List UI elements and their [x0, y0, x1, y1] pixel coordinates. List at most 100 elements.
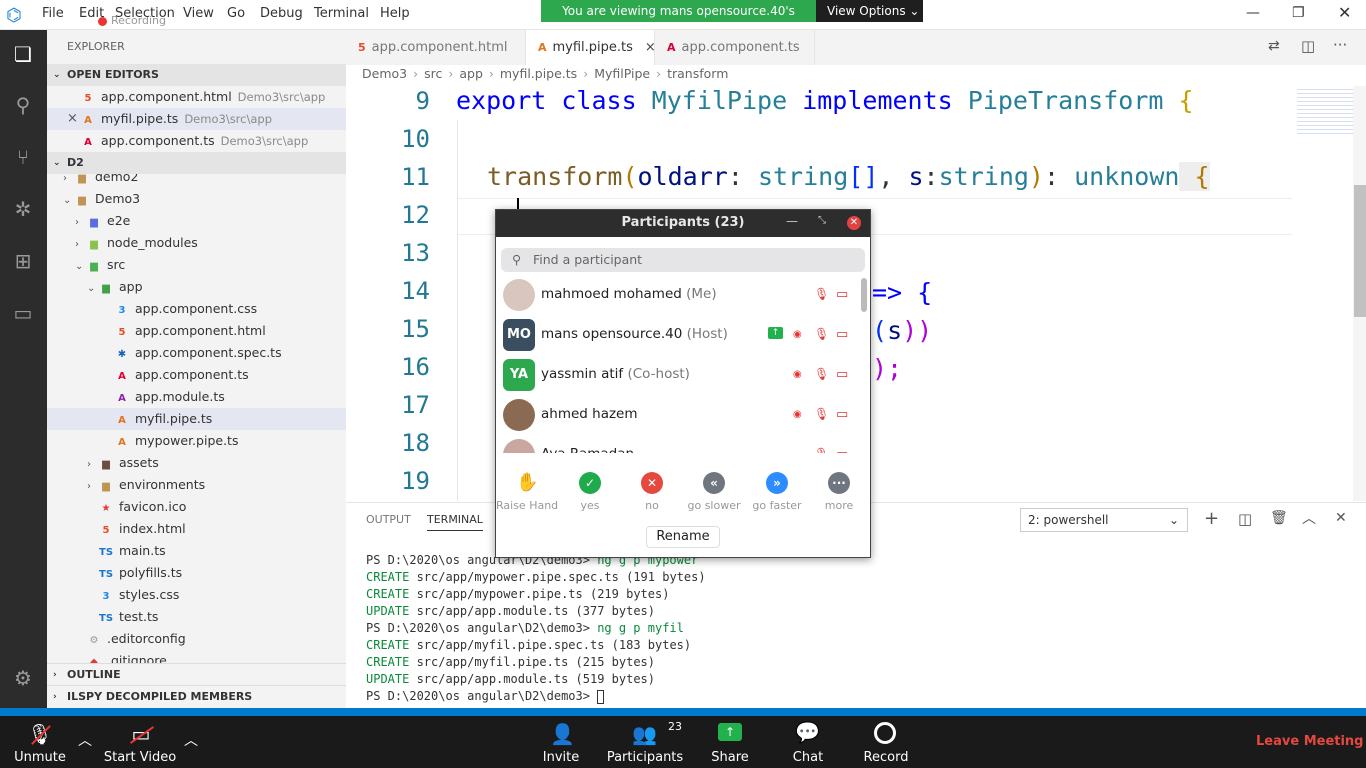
- menu-help[interactable]: Help: [380, 6, 410, 21]
- close-icon[interactable]: ✕: [847, 216, 861, 230]
- menu-terminal[interactable]: Terminal: [314, 6, 369, 21]
- tree-item[interactable]: › ▆ e2e: [47, 210, 346, 232]
- tree-item[interactable]: ⌄ ▆ app: [47, 276, 346, 298]
- tree-item[interactable]: ◆ .gitignore: [47, 650, 346, 663]
- menu-view[interactable]: View: [183, 6, 214, 21]
- action-more[interactable]: ··· more: [808, 472, 870, 512]
- participant-row[interactable]: MO mans opensource.40 (Host) ▭ 🎙 ↑ ◉: [496, 315, 861, 355]
- participants-scroll-thumb[interactable]: [861, 278, 867, 312]
- minimize-icon[interactable]: —: [786, 214, 798, 228]
- action-go-slower[interactable]: « go slower: [683, 472, 745, 512]
- participant-row[interactable]: mahmoed mohamed (Me) ▭ 🎙: [496, 275, 861, 315]
- tree-item[interactable]: Amypower.pipe.ts: [47, 430, 346, 452]
- breadcrumb-item[interactable]: src: [424, 66, 442, 81]
- menu-file[interactable]: File: [42, 6, 64, 21]
- tab-myfil-pipe-ts[interactable]: Amyfil.pipe.ts ×: [526, 30, 656, 65]
- tree-item[interactable]: › ▆ environments: [47, 474, 346, 496]
- split-terminal-icon[interactable]: ◫: [1238, 510, 1252, 528]
- settings-gear-icon[interactable]: ⚙: [9, 664, 37, 692]
- participant-search-input[interactable]: ⚲ Find a participant: [501, 248, 865, 272]
- shell-select[interactable]: 2: powershell ⌄: [1020, 508, 1188, 532]
- ilspy-header[interactable]: › ILSPY DECOMPILED MEMBERS: [47, 685, 346, 707]
- tree-item[interactable]: ⌄ ▆ src: [47, 254, 346, 276]
- tree-item[interactable]: 5 index.html: [47, 518, 346, 540]
- invite-button[interactable]: Invite: [535, 750, 587, 765]
- action-go-faster[interactable]: » go faster: [746, 472, 808, 512]
- tree-item[interactable]: Amyfil.pipe.ts: [47, 408, 346, 430]
- open-editor-item[interactable]: Aapp.component.ts Demo3\src\app: [47, 130, 346, 152]
- record-icon[interactable]: [874, 722, 896, 744]
- participant-list[interactable]: mahmoed mohamed (Me) ▭ 🎙 MO mans opensource.…: [496, 275, 861, 453]
- share-button[interactable]: Share: [705, 750, 755, 765]
- add-terminal-icon[interactable]: +: [1204, 508, 1219, 529]
- action-raise-hand[interactable]: ✋ Raise Hand: [496, 472, 558, 512]
- unmute-button[interactable]: Unmute: [10, 750, 70, 765]
- breadcrumb-item[interactable]: transform: [667, 66, 728, 81]
- split-editor-icon[interactable]: ◫: [1301, 37, 1315, 55]
- share-icon[interactable]: ↑: [718, 723, 742, 741]
- participant-row[interactable]: Aya Ramadan ▭ 🎙: [496, 435, 861, 453]
- tree-item[interactable]: › ▆ node_modules: [47, 232, 346, 254]
- close-icon[interactable]: ×: [67, 108, 78, 130]
- tree-item[interactable]: ⌄ ▆ Demo3: [47, 188, 346, 210]
- popout-icon[interactable]: ⤡: [818, 215, 826, 226]
- video-off-icon[interactable]: ▭: [126, 722, 156, 746]
- tree-item[interactable]: ✱ app.component.spec.ts: [47, 342, 346, 364]
- source-control-icon[interactable]: ⑂: [9, 143, 37, 171]
- audio-options-chevron-icon[interactable]: ︿: [78, 730, 92, 750]
- invite-icon[interactable]: 👤: [550, 722, 575, 746]
- maximize-panel-icon[interactable]: ︿: [1302, 508, 1316, 528]
- close-panel-icon[interactable]: ✕: [1335, 510, 1347, 526]
- record-button[interactable]: Record: [858, 750, 914, 765]
- participant-row[interactable]: ahmed hazem ▭ 🎙 ◉: [496, 395, 861, 435]
- participants-button[interactable]: Participants: [605, 750, 685, 765]
- breadcrumb-item[interactable]: app: [459, 66, 483, 81]
- breadcrumb-item[interactable]: myfil.pipe.ts: [500, 66, 577, 81]
- participant-row[interactable]: YA yassmin atif (Co-host) ▭ 🎙 ◉: [496, 355, 861, 395]
- start-video-button[interactable]: Start Video: [100, 750, 180, 765]
- explorer-icon[interactable]: ❏: [9, 40, 37, 68]
- chat-icon[interactable]: 💬: [795, 720, 820, 744]
- breadcrumb-item[interactable]: Demo3: [362, 66, 407, 81]
- tree-item[interactable]: 5 app.component.html: [47, 320, 346, 342]
- outline-header[interactable]: › OUTLINE: [47, 663, 346, 685]
- minimap[interactable]: [1297, 86, 1353, 136]
- action-yes[interactable]: ✓ yes: [559, 472, 621, 512]
- compare-icon[interactable]: ⇄: [1268, 38, 1280, 54]
- tree-item[interactable]: 3 app.component.css: [47, 298, 346, 320]
- action-no[interactable]: ✕ no: [621, 472, 683, 512]
- menu-edit[interactable]: Edit: [79, 6, 104, 21]
- tab-app-component-html[interactable]: 5 app.component.html: [346, 30, 526, 65]
- tree-item[interactable]: TS polyfills.ts: [47, 562, 346, 584]
- trash-icon[interactable]: 🗑: [1270, 510, 1288, 526]
- tree-item[interactable]: › ▆ assets: [47, 452, 346, 474]
- participants-icon[interactable]: 👥: [632, 722, 657, 746]
- open-editors-header[interactable]: ⌄ OPEN EDITORS: [47, 64, 346, 86]
- tab-output[interactable]: OUTPUT: [366, 513, 411, 526]
- video-options-chevron-icon[interactable]: ︿: [184, 730, 198, 750]
- minimize-icon[interactable]: —: [1246, 5, 1260, 21]
- menu-debug[interactable]: Debug: [260, 6, 303, 21]
- tree-item[interactable]: 3 styles.css: [47, 584, 346, 606]
- open-editor-item[interactable]: 5 app.component.html Demo3\src\app: [47, 86, 346, 108]
- tab-app-component-ts[interactable]: Aapp.component.ts: [655, 30, 815, 65]
- chat-button[interactable]: Chat: [785, 750, 831, 765]
- tree-item[interactable]: ★ favicon.ico: [47, 496, 346, 518]
- rename-button[interactable]: Rename: [646, 526, 720, 548]
- tree-item[interactable]: TS test.ts: [47, 606, 346, 628]
- open-editor-item[interactable]: × Amyfil.pipe.ts Demo3\src\app: [47, 108, 346, 130]
- tree-item[interactable]: Aapp.component.ts: [47, 364, 346, 386]
- maximize-icon[interactable]: ❐: [1292, 5, 1305, 21]
- menu-go[interactable]: Go: [227, 6, 245, 21]
- tab-terminal[interactable]: TERMINAL: [427, 513, 483, 531]
- menu-selection[interactable]: Selection: [115, 6, 175, 21]
- tree-item[interactable]: Aapp.module.ts: [47, 386, 346, 408]
- editor-scroll-thumb[interactable]: [1354, 185, 1366, 317]
- tree-item[interactable]: TS main.ts: [47, 540, 346, 562]
- view-options-button[interactable]: View Options ⌄: [816, 0, 923, 22]
- breadcrumb-item[interactable]: MyfilPipe: [594, 66, 650, 81]
- tree-item[interactable]: ⚙ .editorconfig: [47, 628, 346, 650]
- more-actions-icon[interactable]: ···: [1333, 36, 1347, 54]
- close-window-icon[interactable]: ✕: [1338, 3, 1351, 22]
- leave-meeting-button[interactable]: Leave Meeting: [1256, 734, 1364, 749]
